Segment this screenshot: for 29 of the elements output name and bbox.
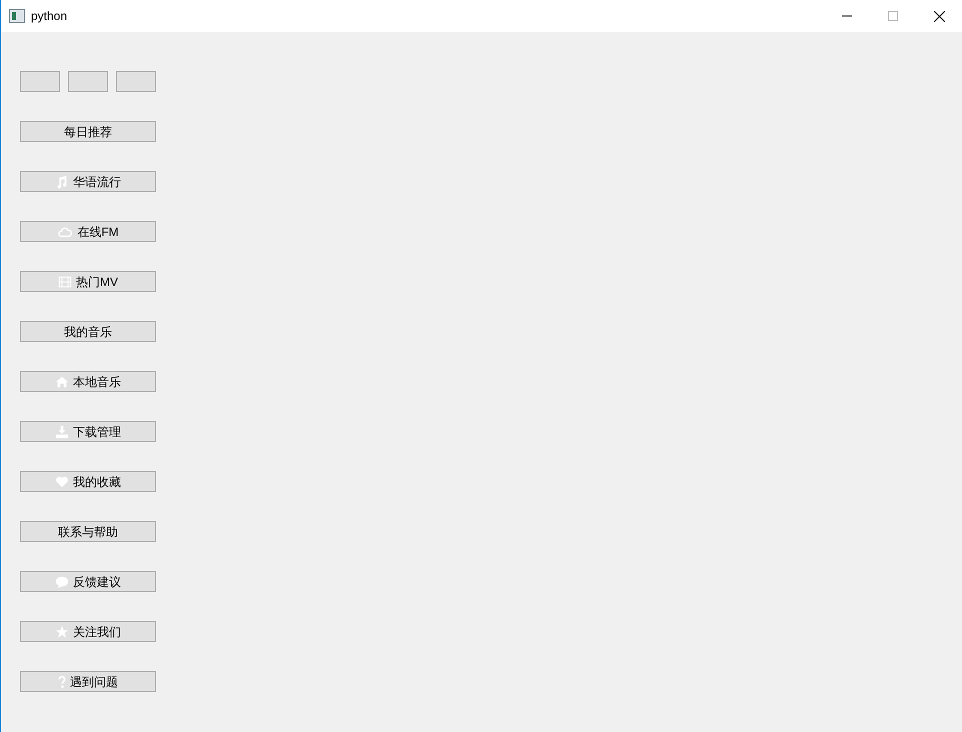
maximize-icon <box>888 11 898 21</box>
menu-button[interactable]: 下载管理 <box>20 421 156 442</box>
menu-button[interactable]: 关注我们 <box>20 621 156 642</box>
minimize-icon <box>842 15 852 17</box>
cloud-icon <box>57 224 74 238</box>
menu-button[interactable]: 在线FM <box>20 221 156 242</box>
chat-bubble-icon <box>55 574 69 588</box>
question-icon <box>58 674 66 688</box>
blank-button[interactable] <box>68 71 108 92</box>
blank-button[interactable] <box>116 71 156 92</box>
menu-button[interactable]: 每日推荐 <box>20 121 156 142</box>
heart-icon <box>55 474 69 488</box>
window-icon <box>9 9 25 23</box>
menu-button[interactable]: 华语流行 <box>20 171 156 192</box>
menu-button[interactable]: 热门MV <box>20 271 156 292</box>
film-icon <box>58 274 72 288</box>
menu-button[interactable]: 反馈建议 <box>20 571 156 592</box>
menu-button[interactable]: 我的音乐 <box>20 321 156 342</box>
blank-button[interactable] <box>20 71 60 92</box>
menu-button[interactable]: 遇到问题 <box>20 671 156 692</box>
window-title: python <box>31 8 68 25</box>
music-note-icon <box>55 174 69 188</box>
menu-button[interactable]: 联系与帮助 <box>20 521 156 542</box>
download-icon <box>55 424 69 438</box>
star-icon <box>55 624 69 638</box>
menu-button[interactable]: 本地音乐 <box>20 371 156 392</box>
home-icon <box>55 374 69 388</box>
menu-button[interactable]: 我的收藏 <box>20 471 156 492</box>
close-icon <box>934 10 944 22</box>
